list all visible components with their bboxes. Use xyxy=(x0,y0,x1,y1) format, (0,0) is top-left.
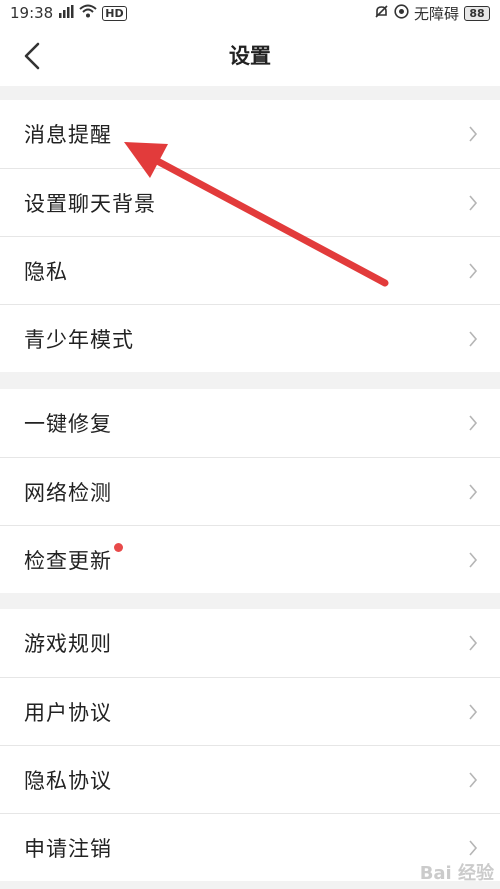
settings-item-label: 消息提醒 xyxy=(24,123,112,147)
page-title: 设置 xyxy=(229,44,271,68)
settings-item-teen-mode[interactable]: 青少年模式 xyxy=(0,304,500,372)
back-button[interactable] xyxy=(10,34,54,78)
chevron-right-icon xyxy=(469,194,478,211)
chevron-right-icon xyxy=(469,262,478,279)
settings-item-label: 检查更新 xyxy=(24,548,112,573)
settings-item-label: 隐私协议 xyxy=(24,768,112,793)
chevron-right-icon xyxy=(469,703,478,720)
bell-muted-icon xyxy=(374,4,389,23)
settings-item-label: 青少年模式 xyxy=(24,327,134,352)
settings-item-label: 游戏规则 xyxy=(24,632,112,656)
chevron-right-icon xyxy=(469,126,478,142)
wifi-icon xyxy=(79,4,97,22)
chevron-right-icon xyxy=(469,415,478,431)
chevron-right-icon xyxy=(469,839,478,856)
chevron-right-icon xyxy=(469,771,478,788)
settings-item-privacy[interactable]: 隐私 xyxy=(0,236,500,304)
settings-item-label: 网络检测 xyxy=(24,480,112,505)
settings-item-one-click-repair[interactable]: 一键修复 xyxy=(0,389,500,457)
settings-item-network-check[interactable]: 网络检测 xyxy=(0,457,500,525)
chevron-right-icon xyxy=(469,551,478,568)
settings-item-check-update[interactable]: 检查更新 xyxy=(0,525,500,593)
battery-indicator: 88 xyxy=(464,5,490,21)
hd-icon: HD xyxy=(102,5,127,21)
signal-icon xyxy=(58,4,74,22)
chevron-right-icon xyxy=(469,635,478,651)
watermark: Bai 经验 xyxy=(419,863,494,884)
settings-item-notifications[interactable]: 消息提醒 xyxy=(0,100,500,168)
status-time: 19:38 xyxy=(10,4,54,22)
chevron-right-icon xyxy=(469,330,478,347)
settings-item-label: 申请注销 xyxy=(24,836,112,861)
accessibility-label: 无障碍 xyxy=(413,4,459,23)
update-badge xyxy=(114,543,123,552)
chevron-left-icon xyxy=(24,42,40,70)
settings-item-privacy-agreement[interactable]: 隐私协议 xyxy=(0,745,500,813)
settings-item-label: 用户协议 xyxy=(24,700,112,725)
chevron-right-icon xyxy=(469,483,478,500)
settings-group-2: 一键修复 网络检测 检查更新 xyxy=(0,389,500,593)
settings-item-chat-background[interactable]: 设置聊天背景 xyxy=(0,168,500,236)
settings-group-3: 游戏规则 用户协议 隐私协议 申请注销 xyxy=(0,609,500,881)
settings-item-label: 隐私 xyxy=(24,259,68,284)
settings-item-label: 设置聊天背景 xyxy=(24,191,156,216)
settings-group-1: 消息提醒 设置聊天背景 隐私 青少年模式 xyxy=(0,100,500,372)
header: 设置 xyxy=(0,26,500,86)
settings-item-game-rules[interactable]: 游戏规则 xyxy=(0,609,500,677)
accessibility-icon xyxy=(394,3,409,23)
settings-item-user-agreement[interactable]: 用户协议 xyxy=(0,677,500,745)
settings-item-label: 一键修复 xyxy=(24,412,112,436)
status-bar: 19:38 HD 无障碍 88 xyxy=(0,0,500,26)
